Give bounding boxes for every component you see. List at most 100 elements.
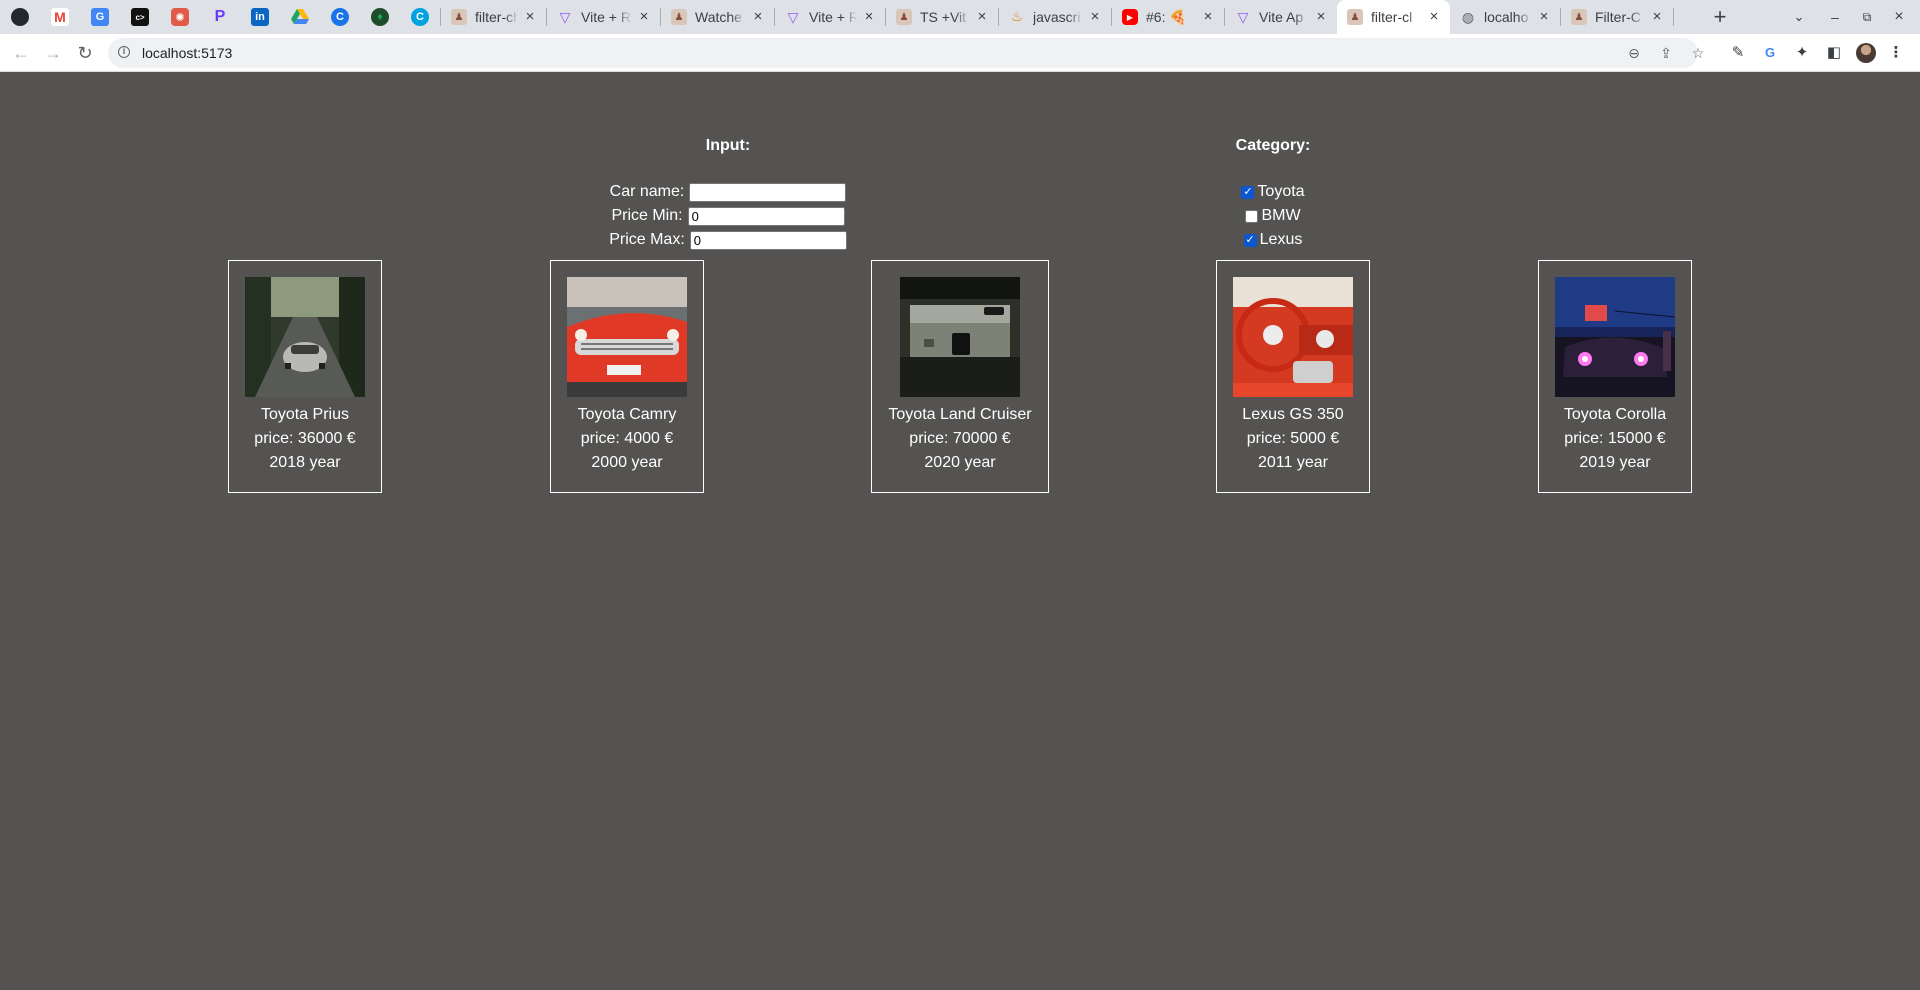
menu-icon[interactable]: ⋮ <box>1886 43 1906 63</box>
translate-icon: G <box>91 8 109 26</box>
category-option-lexus: Lexus <box>1150 228 1396 252</box>
close-icon[interactable]: × <box>1426 9 1442 25</box>
pinned-tab[interactable]: ♦ <box>360 0 400 34</box>
browser-tab[interactable]: ▽ Vite + R × <box>775 0 885 34</box>
new-tab-button[interactable]: + <box>1708 0 1732 34</box>
browser-tab-active[interactable]: ♟ filter-cl × <box>1337 0 1450 34</box>
pinned-tab[interactable]: C <box>400 0 440 34</box>
close-icon[interactable]: × <box>974 9 990 25</box>
car-card: Toyota Prius price: 36000 € 2018 year <box>228 260 382 493</box>
input-filter-section: Input: Car name: Price Min: Price Max: <box>560 134 896 252</box>
linkedin-icon: in <box>251 8 269 26</box>
browser-tab[interactable]: ♟ Filter-C × <box>1561 0 1673 34</box>
lexus-checkbox[interactable] <box>1243 233 1257 247</box>
side-panel-icon[interactable]: ◧ <box>1824 43 1844 63</box>
vite-icon: ▽ <box>559 8 571 25</box>
tab-title: localho <box>1484 9 1529 25</box>
price-max-input[interactable] <box>689 230 847 250</box>
car-price: price: 15000 € <box>1564 430 1666 447</box>
extension-pen-icon[interactable]: ✎ <box>1728 43 1748 63</box>
tab-title: TS +Vit <box>920 9 967 25</box>
pinned-tab[interactable]: G <box>80 0 120 34</box>
forward-icon[interactable]: → <box>41 41 65 65</box>
browser-tab[interactable]: ♟ filter-ch × <box>441 0 546 34</box>
car-photo <box>1555 277 1675 397</box>
tab-title: Vite + R <box>581 9 631 25</box>
car-card: Lexus GS 350 price: 5000 € 2011 year <box>1216 260 1370 493</box>
pinned-tab[interactable]: P <box>200 0 240 34</box>
category-option-bmw: BMW <box>1150 204 1396 228</box>
car-year: 2000 year <box>591 454 663 471</box>
price-min-row: Price Min: <box>560 204 896 228</box>
tab-search-icon[interactable]: ⌄ <box>1784 0 1814 34</box>
browser-tab[interactable]: ♟ Watche × <box>661 0 774 34</box>
car-name-input[interactable] <box>689 182 847 202</box>
car-photo <box>1233 277 1353 397</box>
pinned-tab[interactable]: M <box>40 0 80 34</box>
translate-extension-icon[interactable]: G <box>1760 43 1780 63</box>
car-name: Lexus GS 350 <box>1242 406 1344 423</box>
puzzle-icon[interactable]: ✦ <box>1792 43 1812 63</box>
browser-tab[interactable]: ♟ TS +Vit × <box>886 0 998 34</box>
close-icon[interactable]: × <box>861 9 877 25</box>
pinned-tab[interactable]: in <box>240 0 280 34</box>
car-price: price: 70000 € <box>909 430 1011 447</box>
price-min-input[interactable] <box>687 206 845 226</box>
terminal-icon: c> <box>131 8 149 26</box>
close-icon[interactable]: × <box>1536 9 1552 25</box>
car-photo <box>567 277 687 397</box>
avatar[interactable] <box>1856 43 1876 63</box>
address-bar[interactable]: i localhost:5173 ⊖ ⇪ ☆ <box>108 38 1704 68</box>
car-card: Toyota Land Cruiser price: 70000 € 2020 … <box>871 260 1049 493</box>
browser-tab[interactable]: ▶ #6: 🍕 × <box>1112 0 1224 34</box>
pinned-tab[interactable]: C <box>320 0 360 34</box>
browser-tab-bar: M G c> ✺ P in C ♦ C ♟ filter-ch × ▽ Vite… <box>0 0 1920 34</box>
browser-tab[interactable]: ▽ Vite + R × <box>547 0 660 34</box>
tab-title: Filter-C <box>1595 9 1641 25</box>
category-filter-section: Category: Toyota BMW Lexus <box>1150 134 1396 252</box>
bookmark-star-icon[interactable]: ☆ <box>1688 43 1708 63</box>
car-name: Toyota Land Cruiser <box>888 406 1032 423</box>
car-year: 2018 year <box>269 454 341 471</box>
pinned-tab[interactable] <box>0 0 40 34</box>
toyota-checkbox[interactable] <box>1241 185 1255 199</box>
close-icon[interactable]: × <box>636 9 652 25</box>
figure-icon: ♟ <box>1571 9 1587 25</box>
back-icon[interactable]: ← <box>9 41 33 65</box>
figure-icon: ♟ <box>896 9 912 25</box>
address-url[interactable]: localhost:5173 <box>142 38 232 68</box>
zoom-icon[interactable]: ⊖ <box>1624 43 1644 63</box>
tab-title: Vite Ap <box>1259 9 1304 25</box>
input-section-title: Input: <box>705 137 751 154</box>
browser-tab[interactable]: ♨ javascri × <box>999 0 1111 34</box>
site-info-icon[interactable]: i <box>118 46 130 58</box>
car-name: Toyota Prius <box>260 406 350 423</box>
price-max-label: Price Max: <box>609 231 685 248</box>
price-max-row: Price Max: <box>560 228 896 252</box>
car-photo <box>900 277 1020 397</box>
globe-icon: ◍ <box>1461 8 1475 25</box>
close-icon[interactable]: × <box>1313 9 1329 25</box>
car-card: Toyota Corolla price: 15000 € 2019 year <box>1538 260 1692 493</box>
minimize-icon[interactable]: – <box>1820 0 1850 34</box>
pinned-tab[interactable]: c> <box>120 0 160 34</box>
browser-tab[interactable]: ◍ localho × <box>1450 0 1560 34</box>
close-icon[interactable]: × <box>1087 9 1103 25</box>
close-icon[interactable]: × <box>1200 9 1216 25</box>
browser-tab[interactable]: ▽ Vite Ap × <box>1225 0 1337 34</box>
c-circle-icon: C <box>331 8 349 26</box>
close-icon[interactable]: × <box>522 9 538 25</box>
reload-icon[interactable]: ↻ <box>73 41 97 65</box>
close-icon[interactable]: × <box>750 9 766 25</box>
pinned-tab[interactable] <box>280 0 320 34</box>
pinwheel-icon: ✺ <box>171 8 189 26</box>
restore-icon[interactable]: ⧉ <box>1852 0 1882 34</box>
close-window-icon[interactable]: × <box>1884 0 1914 34</box>
pinned-tab[interactable]: ✺ <box>160 0 200 34</box>
tab-title: Watche <box>695 9 742 25</box>
figure-icon: ♟ <box>671 9 687 25</box>
bmw-checkbox[interactable] <box>1245 209 1259 223</box>
share-icon[interactable]: ⇪ <box>1656 43 1676 63</box>
toyota-checkbox-label: Toyota <box>1257 183 1305 200</box>
close-icon[interactable]: × <box>1649 9 1665 25</box>
